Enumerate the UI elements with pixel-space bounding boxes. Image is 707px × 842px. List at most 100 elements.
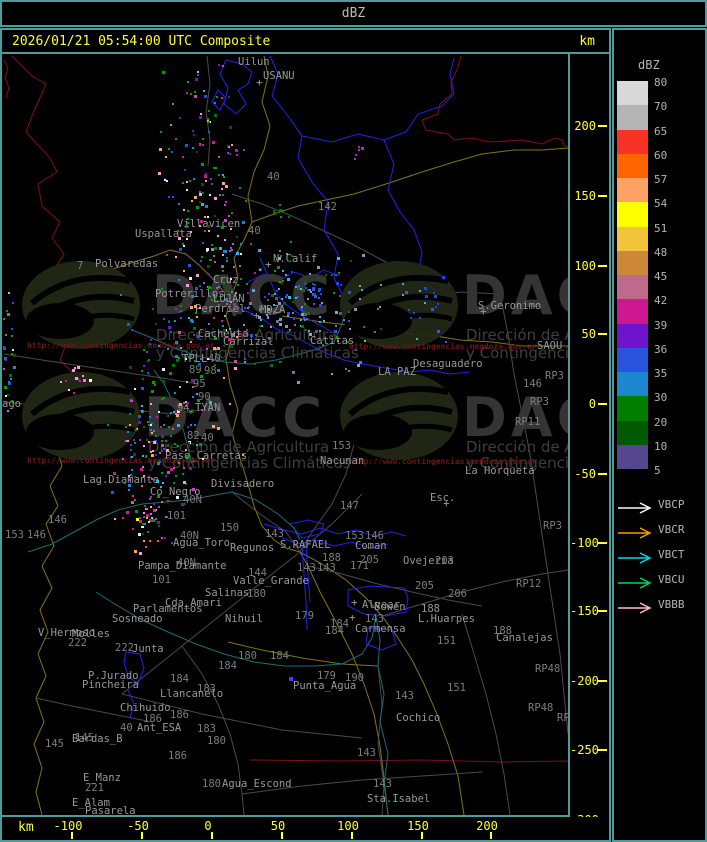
road-number-label: 98: [204, 365, 217, 377]
x-tick-mark: [71, 832, 73, 839]
road-number-label: 40: [201, 432, 214, 444]
road-number-label: 150: [220, 522, 239, 534]
place-label: LA PAZ: [378, 366, 416, 378]
dbz-scale-label: 39: [654, 318, 668, 332]
road-number-label: 147: [340, 500, 359, 512]
road-number-label: 146: [523, 378, 542, 390]
watermark-url: http://www.contingencias.mendoza.gov.ar: [349, 341, 537, 351]
road-number-label: 222: [68, 637, 87, 649]
x-tick-label: 150: [407, 819, 429, 833]
road-number-label: 143: [365, 613, 384, 625]
dbz-scale-label: 70: [654, 100, 668, 114]
road-number-label: 180: [247, 588, 266, 600]
vector-arrow-icon: [618, 602, 652, 614]
place-label: USANU: [263, 70, 295, 82]
road-number-label: RP3: [530, 396, 549, 408]
place-label: Desaguadero: [413, 358, 483, 370]
color-scale-title: dBZ: [638, 58, 660, 72]
station-marker: +: [256, 76, 263, 89]
map-gray-line: [461, 613, 511, 815]
vector-legend-label: VBBB: [658, 598, 685, 611]
x-axis-unit-label: km: [18, 820, 34, 835]
map-red-line: [3, 59, 10, 99]
dbz-swatch: [617, 202, 648, 227]
road-number-label: 203: [435, 555, 454, 567]
y-tick-label: -250: [570, 743, 599, 757]
place-label: Paso_Carretas: [165, 450, 247, 462]
dacc-logo-watermark: [22, 261, 140, 349]
station-marker: +: [480, 305, 487, 318]
vector-arrow-icon: [618, 527, 652, 539]
dbz-swatch: [617, 396, 648, 421]
road-number-label: 101: [167, 510, 186, 522]
station-marker: +: [349, 611, 356, 624]
y-tick-mark: [598, 473, 607, 475]
x-tick-mark: [141, 832, 143, 839]
dbz-swatch: [617, 250, 648, 275]
dbz-swatch: [617, 226, 648, 251]
place-label: Perdriel: [195, 303, 246, 315]
road-number-label: 143: [373, 778, 392, 790]
road-number-label: 184: [218, 660, 237, 672]
road-number-label: 82: [187, 430, 200, 442]
y-tick-label: -150: [570, 604, 599, 618]
dbz-swatch: [617, 444, 648, 469]
road-number-label: 153: [5, 529, 24, 541]
road-number-label: 143: [297, 562, 316, 574]
x-axis: km -100 -50 0 50 100 150 200: [2, 817, 609, 839]
dacc-logo-watermark: [22, 372, 140, 460]
dbz-swatch: [617, 347, 648, 372]
dbz-swatch: [617, 372, 648, 397]
place-label: Pincheira: [82, 679, 139, 691]
radar-map-canvas[interactable]: DACCDirección de Agriculturay Contingenc…: [2, 54, 568, 815]
road-number-label: 186: [168, 750, 187, 762]
y-tick-mark: [598, 265, 607, 267]
vector-legend-item: VBCR: [616, 523, 685, 541]
place-label: Polvaredas: [95, 258, 158, 270]
road-number-label: RP: [557, 712, 568, 724]
place-label: MDZA: [260, 304, 286, 316]
road-number-label: 221: [85, 782, 104, 794]
vector-legend-item: VBCU: [616, 573, 685, 591]
place-label: Pasarela: [85, 805, 136, 815]
dbz-swatch: [617, 81, 648, 106]
dbz-scale-label: 35: [654, 367, 668, 380]
dbz-scale-label: 65: [654, 124, 668, 138]
map-blue-line: [301, 57, 455, 143]
road-number-label: 186: [170, 709, 189, 721]
dbz-swatch: [617, 420, 648, 445]
road-number-label: 95: [193, 378, 206, 390]
road-number-label: 184: [330, 618, 349, 630]
radar-map-viewport[interactable]: DACC Dirección de Agricultura y Contingenc…: [2, 54, 570, 817]
map-blue-line: [305, 545, 311, 603]
dbz-scale-label: 5: [654, 464, 661, 477]
title-bar: dBZ: [0, 0, 707, 27]
dbz-scale-label: 80: [654, 76, 668, 89]
road-number-label: RP3: [545, 370, 564, 382]
place-label: Ant_ESA: [137, 722, 182, 734]
dbz-scale-label: 51: [654, 221, 668, 235]
place-label: Nacunan: [320, 455, 364, 467]
y-tick-mark: [598, 195, 607, 197]
y-axis-unit-label: km: [579, 34, 595, 49]
y-tick-mark: [598, 610, 607, 612]
timestamp-label: 2026/01/21 05:54:00 UTC Composite: [12, 34, 271, 49]
dbz-scale-label: 42: [654, 294, 668, 308]
dbz-swatch: [617, 178, 648, 203]
place-label: Divisadero: [211, 478, 274, 490]
road-number-label: 101: [152, 574, 171, 586]
place-label: Uspallata: [135, 228, 192, 240]
y-tick-label: -200: [570, 674, 599, 688]
place-label: Uilun: [238, 56, 270, 68]
dbz-scale-label: 45: [654, 270, 668, 283]
y-tick-mark: [598, 749, 607, 751]
road-number-label: 145: [45, 738, 64, 750]
vector-legend-label: VBCP: [658, 498, 685, 511]
road-number-label: 184: [270, 650, 289, 662]
road-number-label: RP48: [535, 663, 560, 675]
y-tick-label: 150: [574, 189, 596, 203]
dbz-scale-label: 36: [654, 342, 668, 356]
station-marker: +: [265, 258, 272, 271]
dbz-scale-label: 20: [654, 415, 668, 429]
place-label: Canalejas: [496, 632, 553, 644]
